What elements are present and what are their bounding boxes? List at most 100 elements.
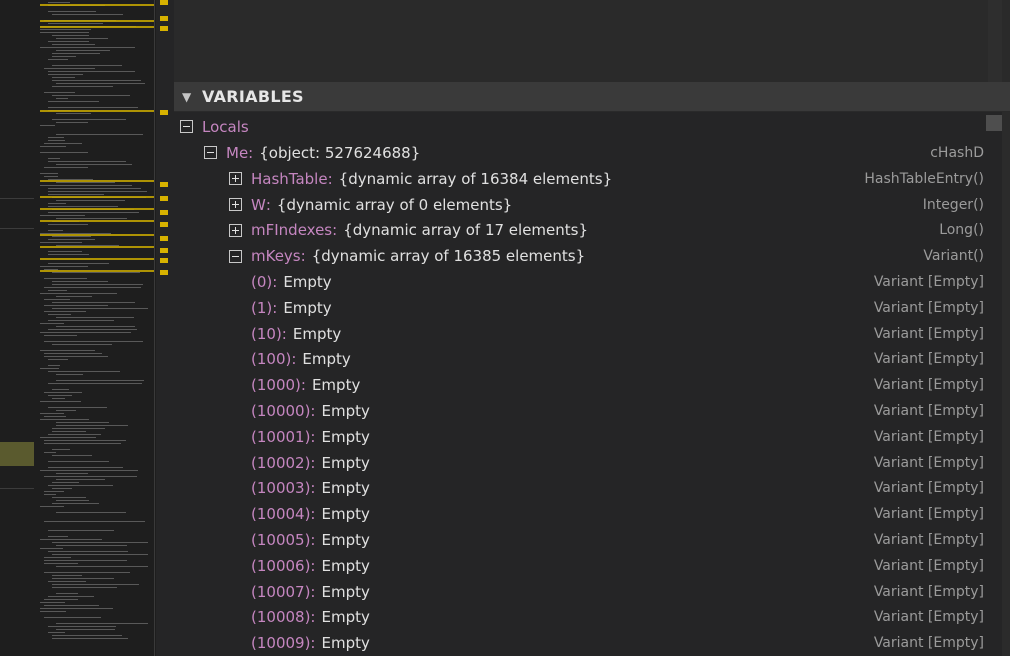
name-separator: : bbox=[291, 350, 297, 369]
minimap-code-line bbox=[52, 77, 75, 78]
minimap-code-line bbox=[48, 254, 89, 255]
mkeys-element-row[interactable]: (1): Empty Variant [Empty] bbox=[174, 295, 984, 321]
minimap-code-line bbox=[48, 329, 137, 330]
minimap-code-line bbox=[48, 224, 88, 225]
minimap-code-line bbox=[44, 443, 121, 444]
minimap-code-line bbox=[52, 389, 69, 390]
minimap-code-line bbox=[56, 479, 105, 480]
minimap-code-line bbox=[40, 437, 96, 438]
element-index: (10007) bbox=[251, 582, 311, 601]
element-type: Variant [Empty] bbox=[873, 506, 984, 523]
minimap-code-line bbox=[44, 305, 108, 306]
mkeys-element-row[interactable]: (100): Empty Variant [Empty] bbox=[174, 347, 984, 373]
mkeys-element-row[interactable]: (10): Empty Variant [Empty] bbox=[174, 321, 984, 347]
minus-box-icon[interactable] bbox=[180, 120, 193, 134]
minimap-code-line bbox=[56, 134, 143, 135]
minimap-code-line bbox=[48, 530, 114, 531]
variable-row-mkeys[interactable]: mKeys: {dynamic array of 16385 elements} V… bbox=[174, 243, 984, 269]
element-value: Empty bbox=[302, 350, 351, 369]
minimap-code-line bbox=[40, 242, 82, 243]
variables-scrollbar[interactable] bbox=[1002, 112, 1010, 656]
variable-value: {dynamic array of 16384 elements} bbox=[338, 169, 613, 188]
variable-row-hashtable[interactable]: HashTable: {dynamic array of 16384 elemen… bbox=[174, 166, 984, 192]
overview-ruler-mark bbox=[160, 26, 168, 31]
minimap-code-line bbox=[40, 401, 81, 402]
variable-row-w[interactable]: W: {dynamic array of 0 elements} Integer() bbox=[174, 192, 984, 218]
overview-ruler-mark bbox=[160, 210, 168, 215]
minimap-code-line bbox=[44, 278, 87, 279]
overview-ruler-mark bbox=[160, 0, 168, 5]
mkeys-element-row[interactable]: (10005): Empty Variant [Empty] bbox=[174, 527, 984, 553]
plus-box-icon[interactable] bbox=[229, 223, 242, 237]
minimap-code-line bbox=[56, 182, 115, 183]
element-index: (100) bbox=[251, 350, 292, 369]
mkeys-element-row[interactable]: (10008): Empty Variant [Empty] bbox=[174, 605, 984, 631]
element-type: Variant [Empty] bbox=[873, 557, 984, 574]
code-minimap[interactable] bbox=[34, 0, 154, 656]
minimap-code-line bbox=[44, 605, 99, 606]
mkeys-element-row[interactable]: (10002): Empty Variant [Empty] bbox=[174, 450, 984, 476]
name-separator: : bbox=[310, 634, 316, 653]
minimap-code-line bbox=[40, 266, 88, 267]
overview-ruler-mark bbox=[160, 16, 168, 21]
gutter-divider bbox=[0, 198, 34, 199]
variables-section-header[interactable]: ▼ VARIABLES bbox=[174, 82, 1010, 112]
plus-box-icon[interactable] bbox=[229, 198, 242, 212]
minimap-code-line bbox=[40, 215, 85, 216]
minimap-code-line bbox=[52, 554, 148, 555]
mkeys-element-row[interactable]: (10006): Empty Variant [Empty] bbox=[174, 553, 984, 579]
chevron-down-icon[interactable]: ▼ bbox=[182, 90, 196, 104]
minimap-code-line bbox=[48, 290, 67, 291]
element-index: (10008) bbox=[251, 608, 311, 627]
overview-ruler[interactable] bbox=[156, 0, 174, 656]
minus-box-icon[interactable] bbox=[229, 249, 242, 263]
locals-scope-row[interactable]: Locals bbox=[174, 114, 984, 140]
name-separator: : bbox=[281, 324, 287, 343]
mkeys-element-row[interactable]: (10007): Empty Variant [Empty] bbox=[174, 579, 984, 605]
minimap-code-line bbox=[56, 566, 148, 567]
variables-scrollbar-thumb[interactable] bbox=[986, 115, 1002, 131]
minimap-code-line bbox=[48, 161, 126, 162]
mkeys-element-row[interactable]: (10001): Empty Variant [Empty] bbox=[174, 424, 984, 450]
mkeys-element-row[interactable]: (10000): Empty Variant [Empty] bbox=[174, 398, 984, 424]
minimap-code-line bbox=[44, 287, 141, 288]
overview-ruler-mark bbox=[160, 258, 168, 263]
upper-panel-scrollbar[interactable] bbox=[988, 0, 1002, 82]
element-value: Empty bbox=[321, 505, 370, 524]
mkeys-element-row[interactable]: (1000): Empty Variant [Empty] bbox=[174, 372, 984, 398]
element-value: Empty bbox=[321, 556, 370, 575]
minimap-code-line bbox=[52, 308, 148, 309]
name-separator: : bbox=[265, 195, 271, 214]
minimap-code-line bbox=[52, 497, 86, 498]
minimap-code-line bbox=[48, 536, 68, 537]
minimap-code-line bbox=[56, 500, 89, 501]
minus-box-icon[interactable] bbox=[204, 146, 217, 160]
mkeys-element-row[interactable]: (10009): Empty Variant [Empty] bbox=[174, 630, 984, 656]
minimap-code-line bbox=[56, 629, 115, 630]
mkeys-element-row[interactable]: (10003): Empty Variant [Empty] bbox=[174, 476, 984, 502]
minimap-code-line bbox=[40, 548, 63, 549]
variable-name: Me bbox=[226, 143, 249, 162]
minimap-code-line bbox=[48, 188, 141, 189]
minimap-code-line bbox=[44, 167, 88, 168]
element-value: Empty bbox=[321, 479, 370, 498]
minimap-highlight-band bbox=[40, 4, 154, 6]
minimap-code-line bbox=[44, 572, 130, 573]
variable-row-mfindexes[interactable]: mFIndexes: {dynamic array of 17 elements}… bbox=[174, 218, 984, 244]
minimap-code-line bbox=[56, 50, 110, 51]
plus-box-icon[interactable] bbox=[229, 172, 242, 186]
minimap-code-line bbox=[40, 293, 117, 294]
minimap-code-line bbox=[48, 41, 89, 42]
minimap-code-line bbox=[48, 212, 139, 213]
minimap-code-line bbox=[52, 398, 65, 399]
minimap-code-line bbox=[48, 23, 103, 24]
minimap-code-line bbox=[56, 380, 144, 381]
minimap-code-line bbox=[44, 392, 82, 393]
minimap-code-line bbox=[48, 203, 66, 204]
variable-row-me[interactable]: Me: {object: 527624688} cHashD bbox=[174, 140, 984, 166]
minimap-code-line bbox=[48, 365, 60, 366]
mkeys-element-row[interactable]: (0): Empty Variant [Empty] bbox=[174, 269, 984, 295]
minimap-code-line bbox=[44, 476, 137, 477]
name-separator: : bbox=[310, 531, 316, 550]
mkeys-element-row[interactable]: (10004): Empty Variant [Empty] bbox=[174, 501, 984, 527]
